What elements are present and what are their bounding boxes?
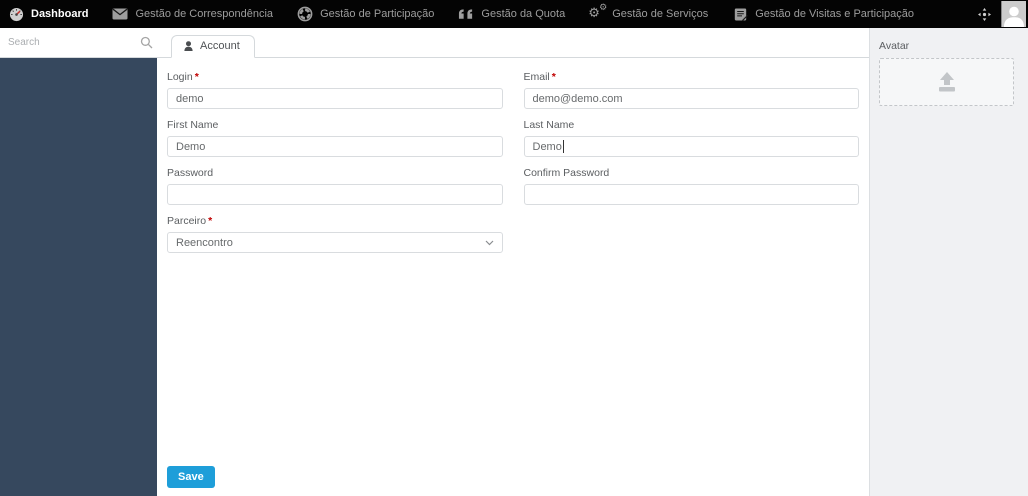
field-label: First Name* [167, 119, 219, 131]
app-window: Dashboard Gestão de Correspondência Gest… [0, 0, 1028, 496]
life-ring-icon [297, 6, 313, 22]
nav-label: Gestão de Correspondência [135, 8, 274, 20]
last-name-input[interactable]: Demo [523, 136, 859, 157]
nav-item-gestao-participacao[interactable]: Gestão de Participação [297, 6, 434, 22]
user-avatar[interactable] [1001, 1, 1026, 27]
field-label: Email * [523, 71, 556, 83]
field-label: Last Name* [523, 119, 575, 131]
login-input[interactable] [167, 88, 503, 109]
nav-item-dashboard[interactable]: Dashboard [8, 6, 88, 22]
password-input[interactable] [167, 184, 503, 205]
sidebar [0, 28, 157, 496]
expand-icon[interactable] [978, 7, 991, 21]
field-label: Password* [167, 167, 214, 179]
chevron-down-icon [485, 240, 494, 246]
required-asterisk: * [551, 71, 556, 83]
nav-label: Gestão de Serviços [612, 8, 709, 20]
field-confirm-password: Confirm Password* [523, 167, 859, 205]
book-icon [732, 6, 748, 22]
tab-label: Account [200, 40, 240, 52]
quote-icon [458, 6, 474, 22]
top-navigation-bar: Dashboard Gestão de Correspondência Gest… [0, 0, 1028, 28]
nav-item-gestao-correspondencia[interactable]: Gestão de Correspondência [112, 6, 273, 22]
email-input[interactable] [523, 88, 859, 109]
search-icon[interactable] [140, 36, 153, 49]
nav-item-gestao-visitas[interactable]: Gestão de Visitas e Participação [732, 6, 914, 22]
text-caret [562, 140, 564, 153]
gears-icon: ⚙ ⚙ [588, 3, 608, 21]
first-name-input[interactable] [167, 136, 503, 157]
field-first-name: First Name* [167, 119, 503, 157]
account-form: Login* Email* First Name* [157, 59, 869, 496]
nav-item-gestao-servicos[interactable]: ⚙ ⚙ Gestão de Serviços [588, 3, 709, 22]
confirm-password-input[interactable] [523, 184, 859, 205]
sidebar-search [0, 28, 157, 58]
nav-label: Dashboard [31, 8, 89, 20]
main-content: Account Login* Email* [157, 28, 869, 496]
field-last-name: Last Name* Demo [523, 119, 859, 157]
nav-label: Gestão de Participação [320, 8, 435, 20]
field-label: Parceiro * [167, 215, 213, 227]
envelope-icon [112, 6, 128, 22]
save-button[interactable]: Save [167, 466, 215, 488]
nav-label: Gestão da Quota [481, 8, 566, 20]
nav-label: Gestão de Visitas e Participação [755, 8, 914, 20]
gauge-icon [8, 6, 24, 22]
required-asterisk: * [194, 71, 199, 83]
field-parceiro: Parceiro * Reencontro [167, 215, 503, 253]
field-login: Login * [167, 71, 503, 109]
field-password: Password* [167, 167, 503, 205]
upload-icon [934, 71, 960, 93]
tab-strip: Account [157, 28, 869, 58]
nav-item-gestao-quota[interactable]: Gestão da Quota [458, 6, 565, 22]
avatar-label: Avatar [879, 40, 910, 52]
user-icon [184, 41, 193, 51]
required-asterisk: * [208, 215, 213, 227]
field-email: Email * [523, 71, 859, 109]
avatar-panel: Avatar [869, 28, 1028, 496]
field-label: Confirm Password* [523, 167, 610, 179]
search-input[interactable] [8, 37, 140, 48]
parceiro-select[interactable]: Reencontro [167, 232, 503, 253]
topbar-right-controls [978, 1, 1028, 27]
field-label: Login * [167, 71, 199, 83]
avatar-upload-dropzone[interactable] [879, 58, 1014, 106]
tab-account[interactable]: Account [171, 35, 255, 58]
